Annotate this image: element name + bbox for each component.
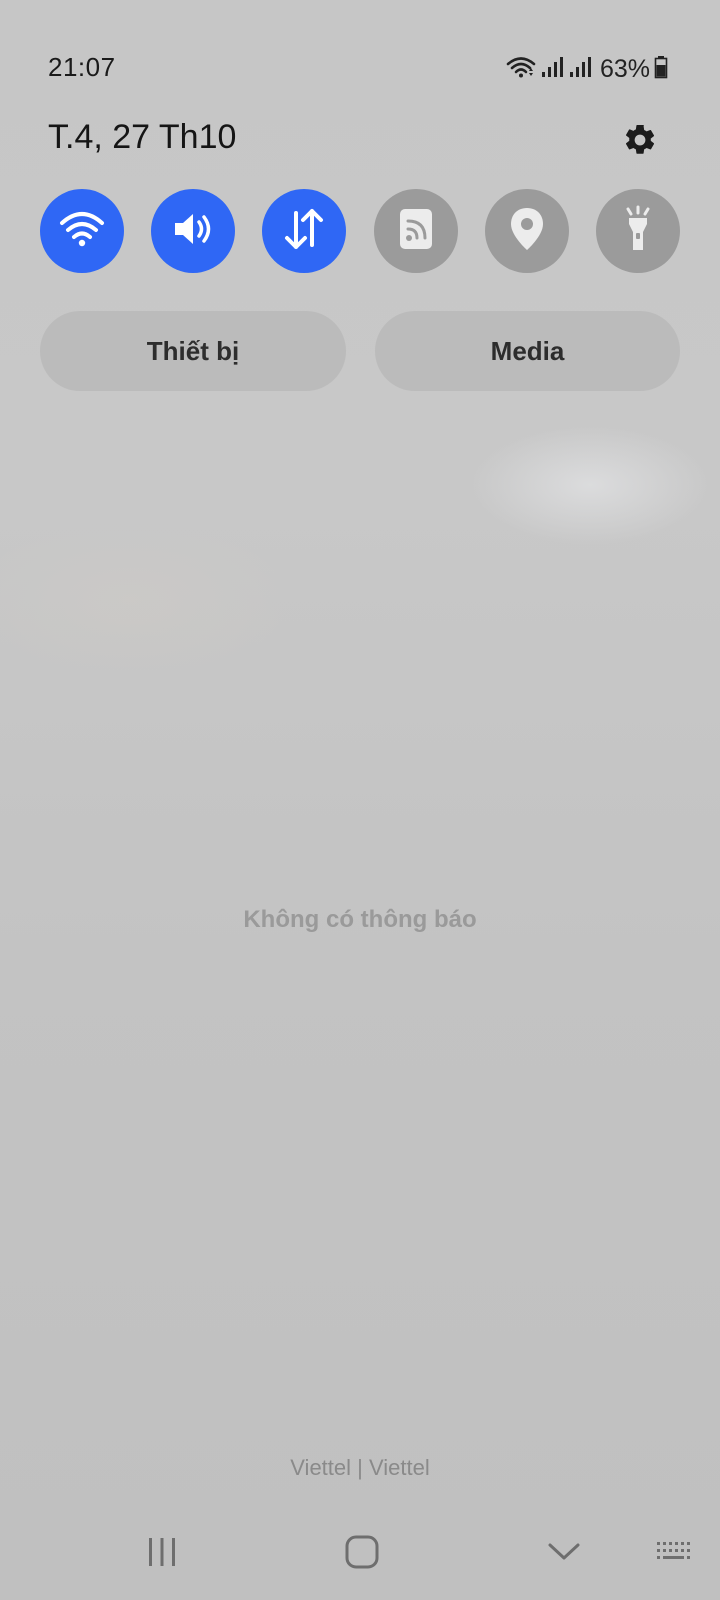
nfc-toggle[interactable] <box>373 189 458 273</box>
status-time: 21:07 <box>48 52 116 82</box>
location-icon <box>507 206 547 257</box>
devices-button[interactable]: Thiết bị <box>40 311 346 391</box>
collapse-icon <box>546 1540 582 1569</box>
flashlight-icon <box>618 205 658 258</box>
wifi-toggle[interactable] <box>40 189 124 273</box>
mobile-data-toggle[interactable] <box>262 189 347 273</box>
no-notifications-text: Không có thông báo <box>243 906 477 933</box>
nfc-icon <box>396 207 436 256</box>
collapse-button[interactable] <box>536 1530 592 1578</box>
signal-icon <box>540 55 564 84</box>
home-icon <box>343 1533 381 1576</box>
wifi-icon <box>58 209 106 254</box>
date-label: T.4, 27 Th10 <box>48 118 237 156</box>
status-icons: 63% <box>506 52 668 86</box>
home-button[interactable] <box>334 1530 390 1578</box>
sound-icon <box>169 209 217 254</box>
media-button[interactable]: Media <box>375 311 680 391</box>
signal-icon <box>568 55 592 84</box>
wifi-icon <box>506 55 536 84</box>
sound-toggle[interactable] <box>151 189 236 273</box>
flashlight-toggle[interactable] <box>595 189 680 273</box>
carrier-label: Viettel | Viettel <box>290 1455 430 1480</box>
battery-icon <box>654 55 668 84</box>
battery-percent: 63% <box>599 54 650 83</box>
settings-button[interactable] <box>616 118 664 166</box>
recents-icon <box>145 1535 179 1574</box>
recents-button[interactable] <box>134 1530 190 1578</box>
quick-toggles <box>40 189 680 273</box>
gear-icon <box>622 122 658 163</box>
mobile-data-icon <box>282 207 326 256</box>
keyboard-icon <box>655 1539 695 1570</box>
keyboard-button[interactable] <box>650 1530 700 1578</box>
location-toggle[interactable] <box>484 189 569 273</box>
